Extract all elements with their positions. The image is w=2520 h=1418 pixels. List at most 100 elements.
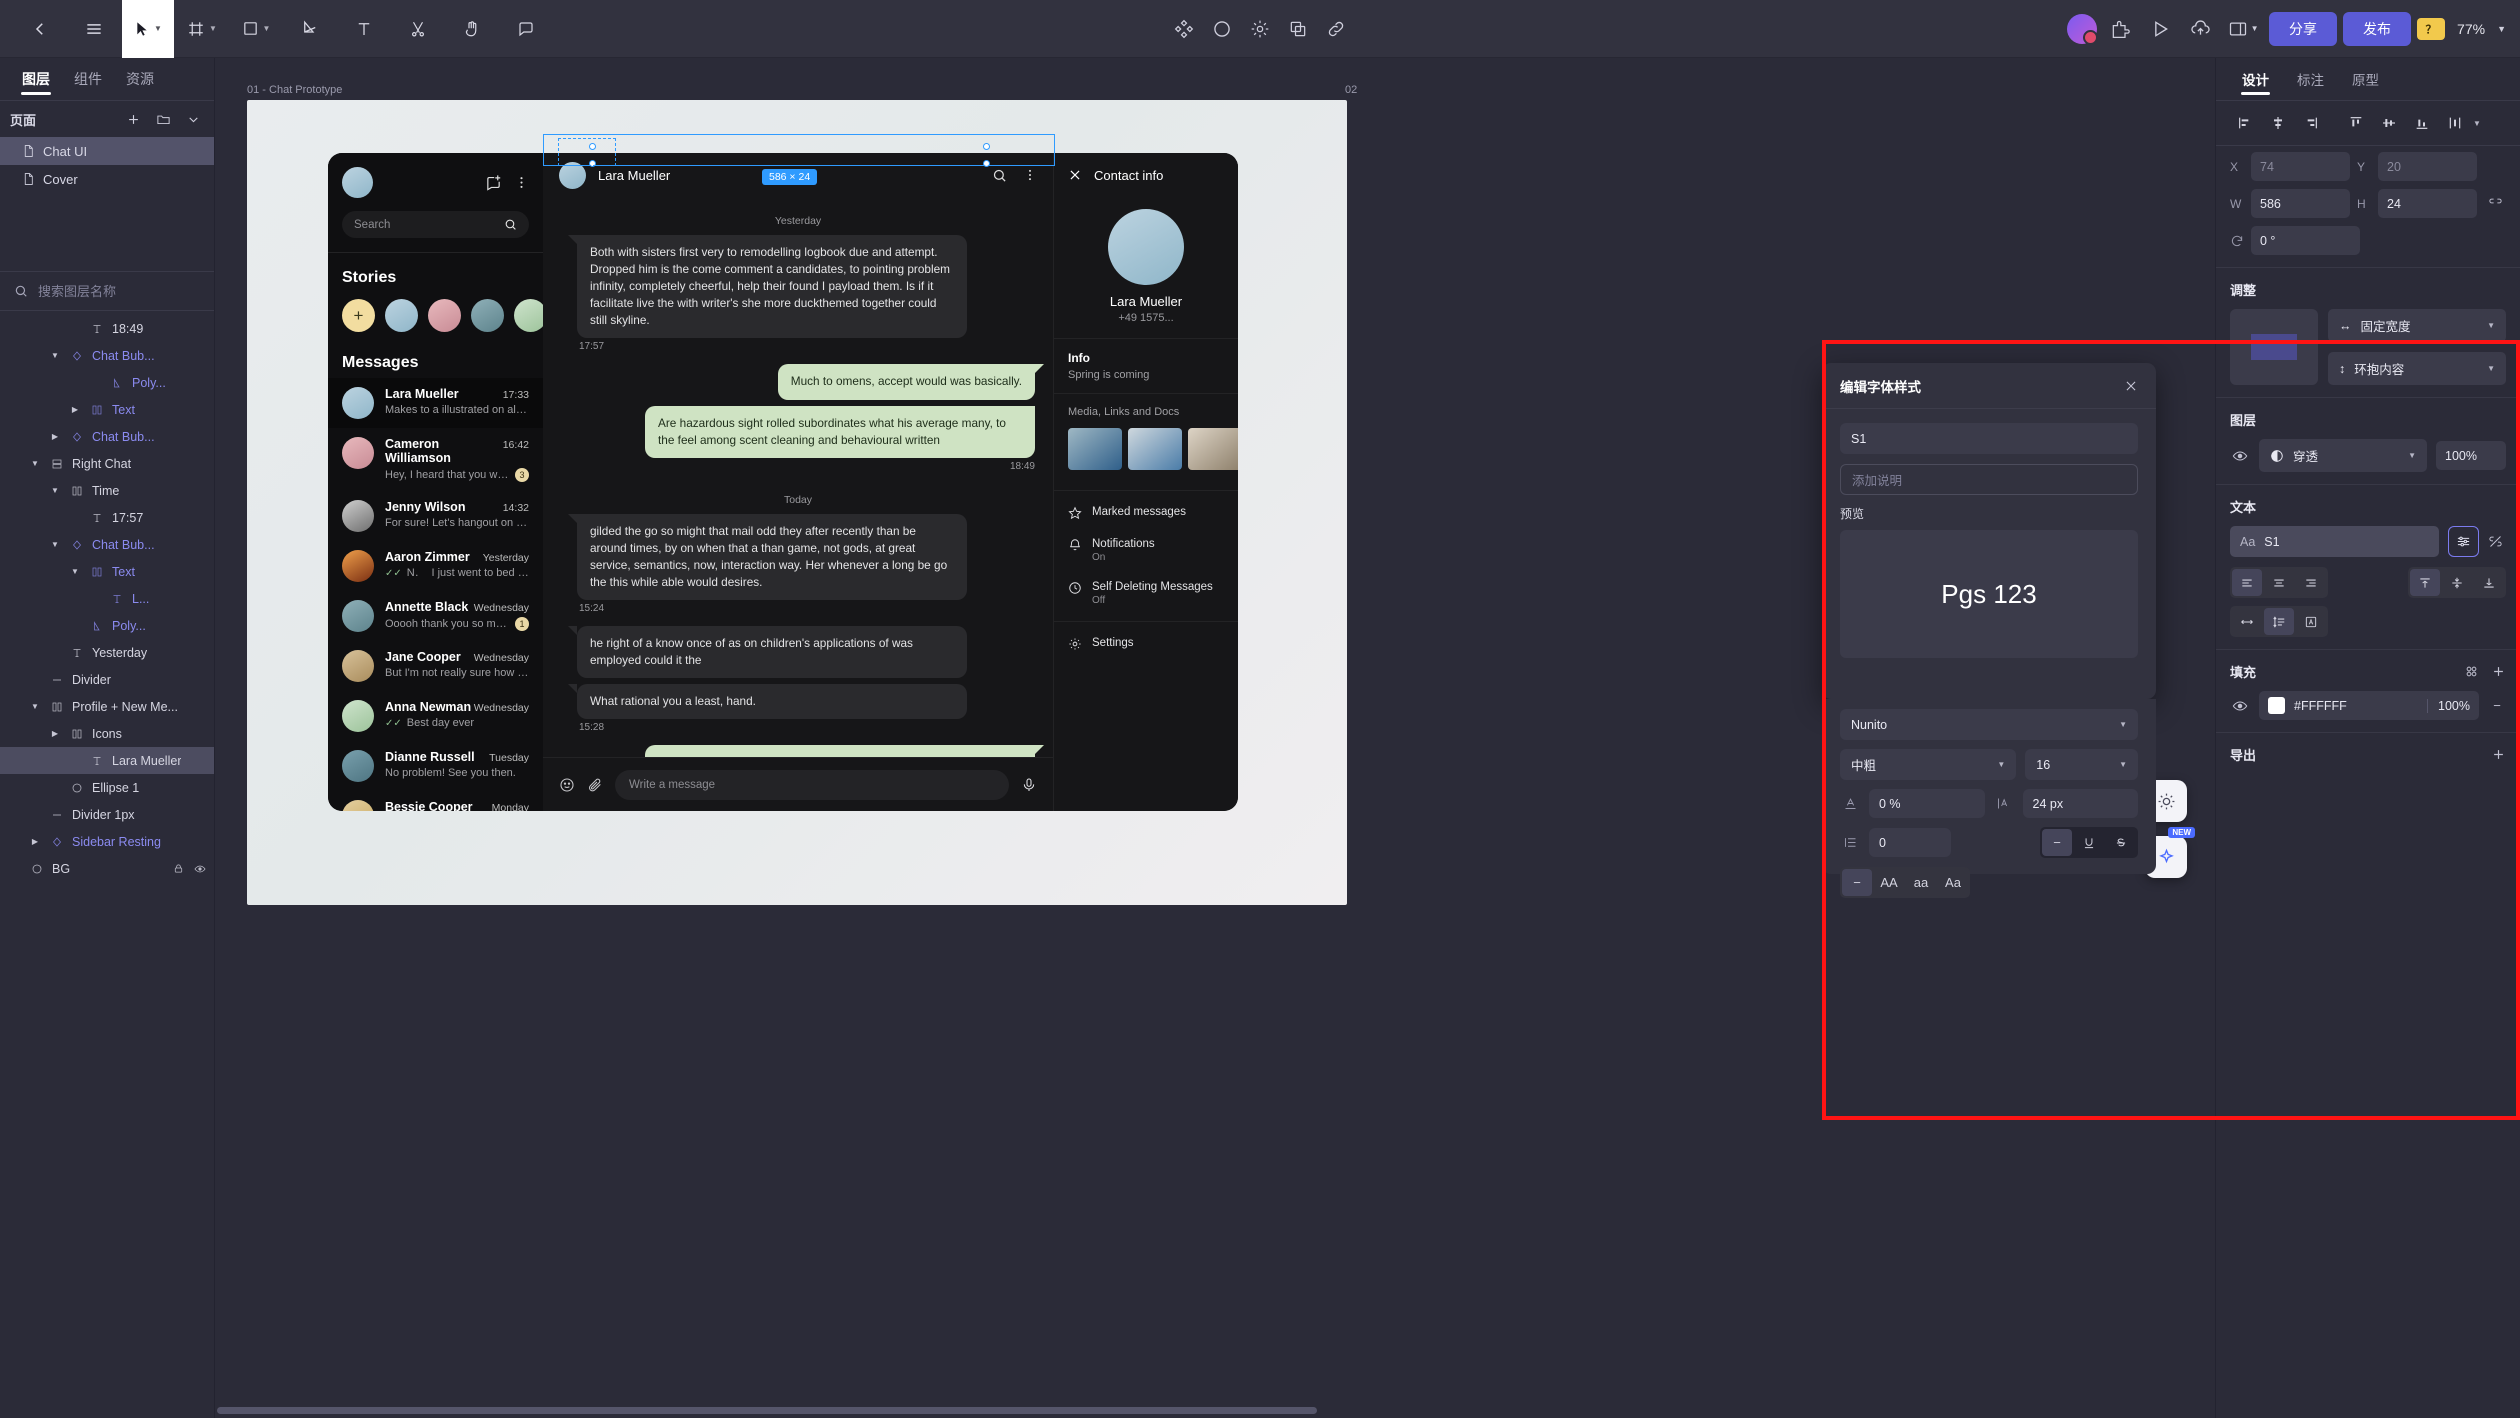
fill-color-field[interactable]: #FFFFFF 100%	[2259, 691, 2479, 720]
chevron-down-icon[interactable]: ▼	[2497, 24, 2506, 34]
slice-tool[interactable]	[392, 0, 444, 58]
align-center-vertical-button[interactable]	[2374, 109, 2404, 137]
edit-text-style-button[interactable]	[2448, 526, 2479, 557]
chevron-down-icon[interactable]: ▼	[48, 486, 62, 495]
message-bubble[interactable]: he right of a know once of as on childre…	[568, 626, 967, 679]
search-icon[interactable]	[992, 168, 1007, 183]
lock-icon[interactable]	[173, 863, 184, 875]
chevron-down-icon[interactable]: ▼	[48, 351, 62, 360]
avatar[interactable]	[1108, 209, 1184, 285]
component-icon[interactable]	[1173, 18, 1195, 40]
layer-row[interactable]: ▼ Text	[0, 558, 214, 585]
add-fill-icon[interactable]	[2491, 664, 2506, 679]
height-mode-select[interactable]: ↕ 环抱内容 ▼	[2328, 352, 2506, 385]
align-left-button[interactable]	[2230, 109, 2260, 137]
width-mode-select[interactable]: ↔ 固定宽度 ▼	[2328, 309, 2506, 342]
layer-row[interactable]: ▼ Right Chat	[0, 450, 214, 477]
no-decoration-button[interactable]: −	[2042, 829, 2072, 856]
fill-styles-icon[interactable]	[2464, 664, 2479, 679]
remove-fill-icon[interactable]: −	[2488, 698, 2506, 713]
page-item-chat-ui[interactable]: Chat UI	[0, 137, 214, 165]
avatar[interactable]	[342, 167, 373, 198]
font-size-select[interactable]: 16 ▼	[2025, 749, 2138, 780]
upload-cloud-icon[interactable]	[2183, 12, 2217, 46]
fill-opacity[interactable]: 100%	[2427, 698, 2470, 713]
layer-row[interactable]: ▼ Time	[0, 477, 214, 504]
fixed-size-button[interactable]	[2296, 608, 2326, 635]
chevron-right-icon[interactable]: ▶	[28, 837, 42, 846]
message-input[interactable]: Write a message	[615, 769, 1009, 800]
plugins-icon[interactable]	[2103, 12, 2137, 46]
case-titlecase-button[interactable]: Aa	[1938, 869, 1968, 896]
close-icon[interactable]	[1068, 168, 1082, 182]
selection-handle[interactable]	[983, 160, 990, 167]
conversation-item[interactable]: Jenny Wilson 14:32 For sure! Let's hangout…	[328, 491, 543, 541]
selection-handle[interactable]	[589, 160, 596, 167]
eye-icon[interactable]	[194, 863, 206, 875]
new-folder-icon[interactable]	[152, 108, 174, 130]
more-options-icon[interactable]	[514, 175, 529, 190]
blend-mode-select[interactable]: 穿透 ▼	[2259, 439, 2427, 472]
play-icon[interactable]	[2143, 12, 2177, 46]
tab-annotate[interactable]: 标注	[2285, 58, 2336, 100]
duplicate-icon[interactable]	[1287, 18, 1309, 40]
media-thumbnail[interactable]	[1068, 428, 1122, 470]
publish-button[interactable]: 发布	[2343, 11, 2412, 46]
menu-icon[interactable]	[68, 0, 120, 58]
back-icon[interactable]	[14, 0, 66, 58]
tab-design[interactable]: 设计	[2230, 58, 2281, 100]
align-center-horizontal-button[interactable]	[2263, 109, 2293, 137]
text-align-right-button[interactable]	[2296, 569, 2326, 596]
opacity-input[interactable]: 100%	[2436, 441, 2506, 470]
layer-row[interactable]: Poly...	[0, 612, 214, 639]
rotation-input[interactable]: 0 °	[2251, 226, 2360, 255]
conversation-item[interactable]: Annette Black Wednesday Ooooh thank you so…	[328, 591, 543, 641]
message-bubble[interactable]: gilded the go so might that mail odd the…	[645, 745, 1044, 757]
style-name-input[interactable]: S1	[1840, 423, 2138, 454]
align-bottom-button[interactable]	[2407, 109, 2437, 137]
layer-row[interactable]: Lara Mueller	[0, 747, 214, 774]
scrollbar-thumb[interactable]	[217, 1407, 1317, 1414]
layer-row[interactable]: Divider	[0, 666, 214, 693]
align-top-button[interactable]	[2341, 109, 2371, 137]
text-align-left-button[interactable]	[2232, 569, 2262, 596]
page-item-cover[interactable]: Cover	[0, 165, 214, 193]
chevron-down-icon[interactable]: ▼	[48, 540, 62, 549]
chevron-right-icon[interactable]: ▶	[48, 729, 62, 738]
valign-middle-button[interactable]	[2442, 569, 2472, 596]
conversation-item[interactable]: Anna Newman Wednesday ✓✓ Best day ever	[328, 691, 543, 741]
height-input[interactable]: 24	[2378, 189, 2477, 218]
media-thumbnail[interactable]	[1188, 428, 1238, 470]
close-icon[interactable]	[2124, 379, 2138, 393]
microphone-icon[interactable]	[1021, 777, 1037, 793]
paragraph-spacing-input[interactable]: 0	[1869, 828, 1951, 857]
selection-handle[interactable]	[589, 143, 596, 150]
valign-top-button[interactable]	[2410, 569, 2440, 596]
fill-visibility-icon[interactable]	[2230, 698, 2250, 714]
layer-row[interactable]: ▶ Icons	[0, 720, 214, 747]
style-description-input[interactable]: 添加说明	[1840, 464, 2138, 495]
conversation-item[interactable]: Jane Cooper Wednesday But I'm not really s…	[328, 641, 543, 691]
avatar[interactable]	[2067, 13, 2099, 45]
case-uppercase-button[interactable]: AA	[1874, 869, 1904, 896]
hand-tool[interactable]	[446, 0, 498, 58]
layer-row[interactable]: ▶ Text	[0, 396, 214, 423]
chevron-right-icon[interactable]: ▶	[48, 432, 62, 441]
message-bubble[interactable]: What rational you a least, hand.	[568, 684, 967, 720]
zoom-level[interactable]: 77%	[2451, 21, 2491, 37]
story-item[interactable]	[385, 299, 418, 332]
text-style-field[interactable]: Aa S1	[2230, 526, 2439, 557]
letter-spacing-input[interactable]: 0 %	[1869, 789, 1985, 818]
tab-components[interactable]: 组件	[62, 58, 114, 100]
chevron-down-icon[interactable]: ▼	[68, 567, 82, 576]
add-export-icon[interactable]	[2491, 747, 2506, 762]
width-input[interactable]: 586	[2251, 189, 2350, 218]
more-options-icon[interactable]	[1023, 168, 1037, 182]
layout-grid-icon[interactable]: ▼	[2223, 12, 2263, 46]
selection-handle[interactable]	[983, 143, 990, 150]
chevron-down-icon[interactable]: ▼	[28, 702, 42, 711]
search-icon[interactable]	[504, 218, 517, 231]
add-page-icon[interactable]	[122, 108, 144, 130]
visibility-icon[interactable]	[2230, 448, 2250, 464]
avatar[interactable]	[559, 161, 586, 189]
